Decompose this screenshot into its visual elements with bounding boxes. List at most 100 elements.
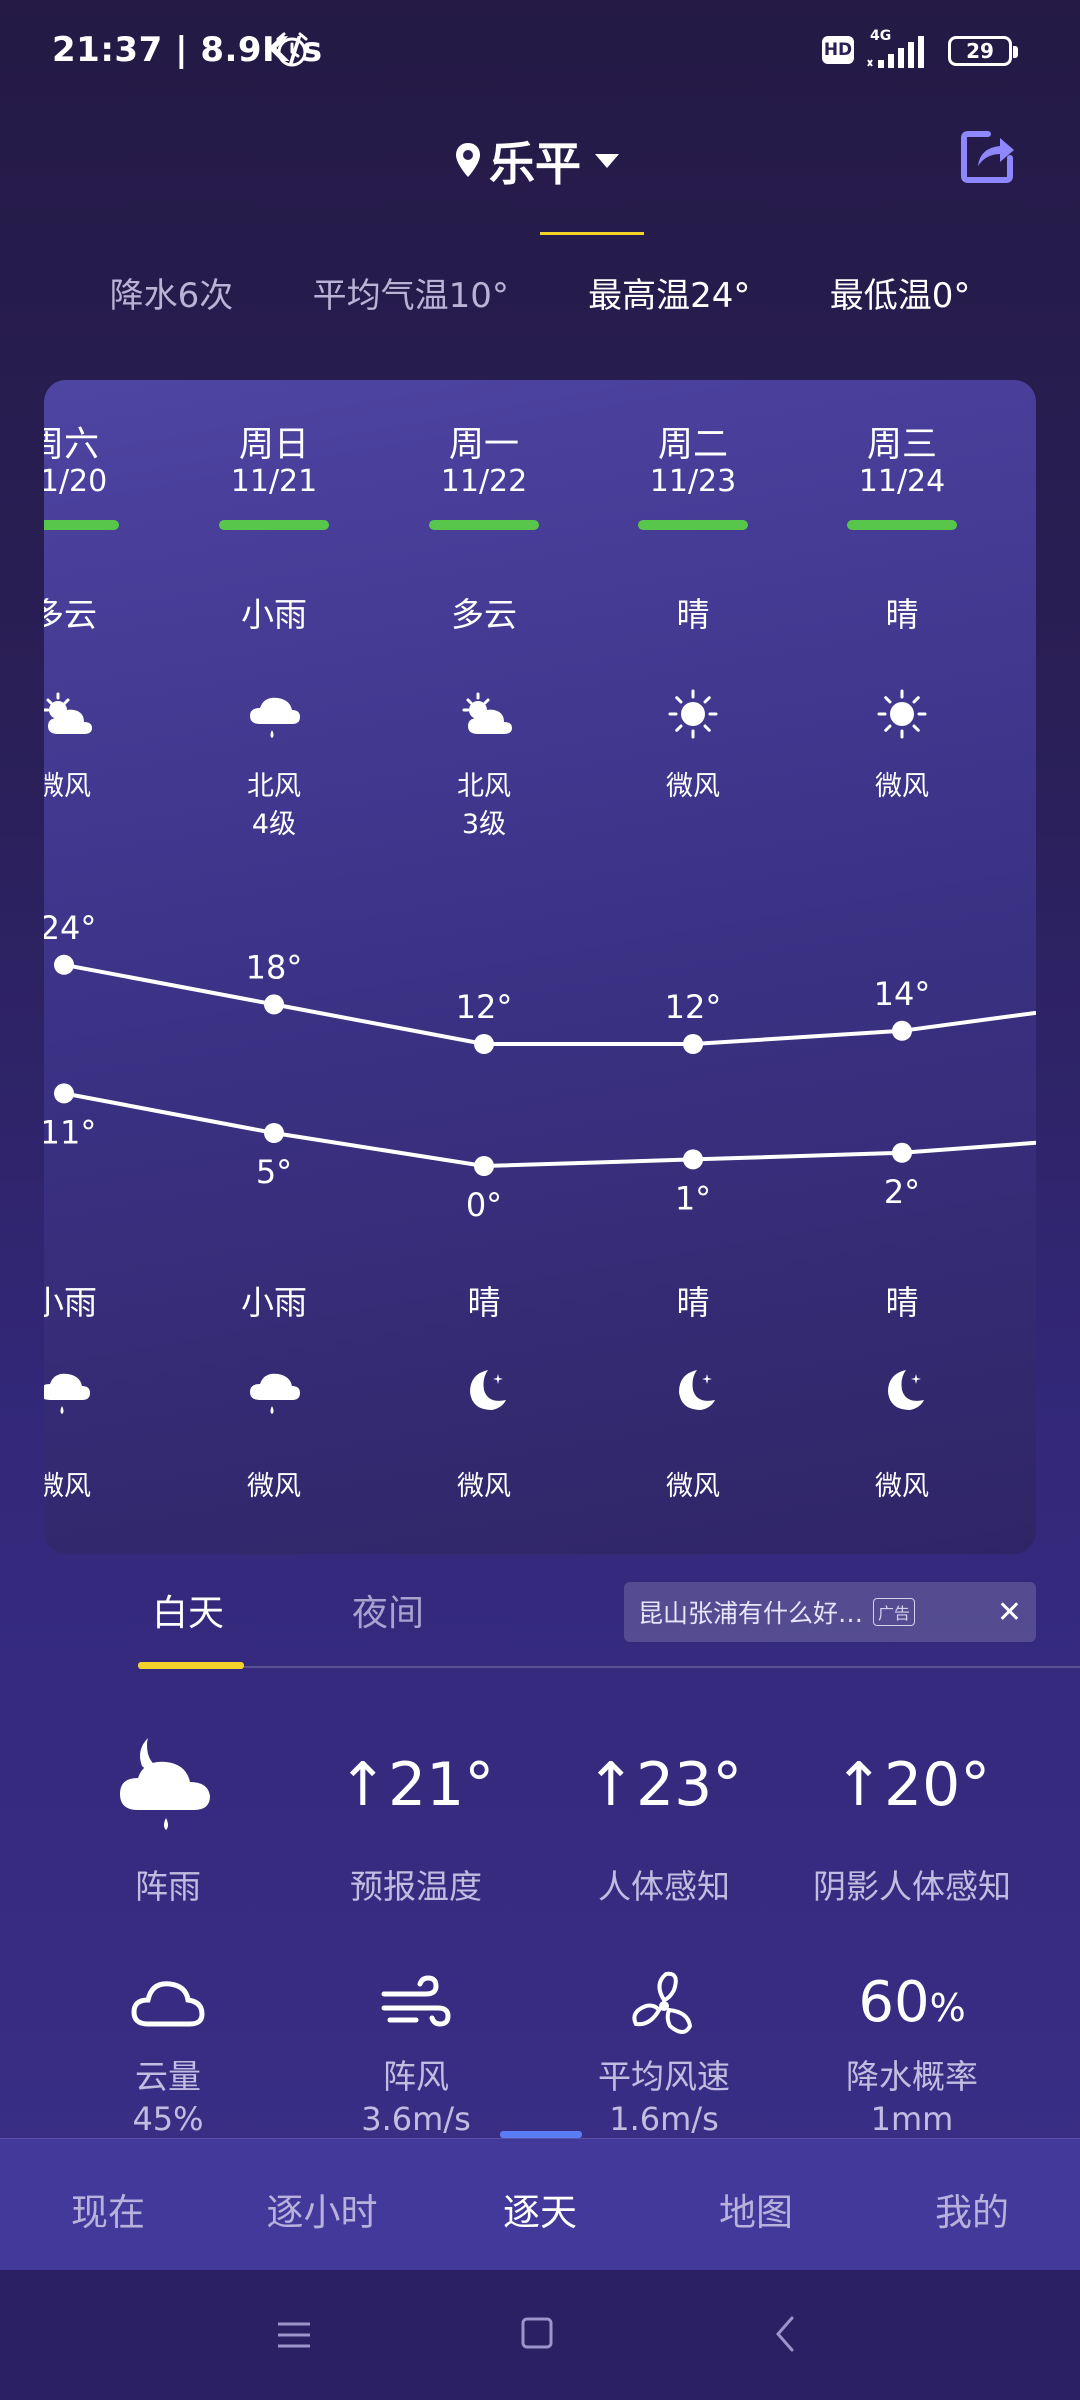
detail-gust-label: 阵风 bbox=[383, 2057, 449, 2096]
tab-night[interactable]: 夜间 bbox=[352, 1584, 424, 1636]
low-temp-point bbox=[54, 1083, 74, 1104]
low-temp-point bbox=[892, 1142, 912, 1163]
night-wind: 微风 bbox=[875, 1471, 929, 1502]
detail-avg-wind-label: 平均风速 bbox=[598, 2057, 730, 2096]
high-temp-point bbox=[54, 954, 74, 975]
location-name: 乐平 bbox=[489, 137, 581, 191]
night-condition: 小雨 bbox=[241, 1283, 307, 1322]
day-wind: 微风 bbox=[875, 771, 929, 802]
night-wind: 微风 bbox=[247, 1471, 301, 1502]
ad-banner[interactable]: 昆山张浦有什么好… 广告 ✕ bbox=[624, 1582, 1036, 1642]
signal-icon bbox=[867, 36, 924, 68]
day-bar bbox=[429, 520, 539, 530]
back-icon[interactable] bbox=[770, 2314, 800, 2354]
sun-icon bbox=[877, 689, 927, 739]
summary-avg-temp: 平均气温10° bbox=[312, 276, 509, 316]
high-temp-label: 18° bbox=[246, 948, 303, 986]
low-temp-label: 0° bbox=[466, 1186, 502, 1224]
high-temp-point bbox=[474, 1034, 494, 1054]
high-temp-point bbox=[264, 994, 284, 1015]
ad-text[interactable]: 昆山张浦有什么好… bbox=[638, 1594, 863, 1630]
tab-divider bbox=[244, 1666, 1080, 1668]
day-bar bbox=[638, 520, 748, 530]
day-date: 11/24 bbox=[858, 464, 946, 499]
night-condition: 晴 bbox=[885, 1283, 919, 1322]
detail-cloud-label: 云量 bbox=[135, 2057, 201, 2096]
detail-condition-label: 阵雨 bbox=[135, 1867, 201, 1906]
night-wind: 微风 bbox=[457, 1471, 511, 1502]
partly-cloudy-icon bbox=[462, 692, 512, 734]
low-temp-point bbox=[683, 1149, 703, 1170]
sun-icon bbox=[668, 689, 718, 739]
day-date: 11/23 bbox=[649, 464, 737, 499]
nav-hourly[interactable]: 逐小时 bbox=[232, 2182, 412, 2236]
night-wind: 微风 bbox=[44, 1471, 91, 1502]
nav-me[interactable]: 我的 bbox=[882, 2182, 1062, 2236]
day-condition: 小雨 bbox=[241, 595, 307, 634]
dropdown-arrow-icon bbox=[595, 154, 619, 168]
ad-tag: 广告 bbox=[873, 1598, 916, 1626]
day-name: 周二 bbox=[657, 425, 728, 465]
low-temp-point bbox=[474, 1156, 494, 1176]
rain-cloud-icon bbox=[250, 1373, 300, 1414]
tab-day[interactable]: 白天 bbox=[152, 1584, 224, 1636]
night-wind: 微风 bbox=[666, 1471, 720, 1502]
detail-precip-prob-value: 60% bbox=[858, 1970, 966, 2035]
day-name: 周日 bbox=[238, 425, 309, 465]
day-name: 周六 bbox=[44, 425, 99, 465]
rain-cloud-icon bbox=[250, 697, 300, 738]
moon-icon bbox=[888, 1370, 924, 1410]
nav-map[interactable]: 地图 bbox=[666, 2182, 846, 2236]
day-bar bbox=[219, 520, 329, 530]
day-condition: 多云 bbox=[451, 595, 517, 634]
wind-icon bbox=[381, 1975, 451, 2027]
night-condition: 晴 bbox=[676, 1283, 710, 1322]
day-name: 周三 bbox=[866, 425, 937, 465]
high-temp-label: 12° bbox=[665, 988, 722, 1026]
moon-icon bbox=[679, 1370, 715, 1410]
day-condition: 晴 bbox=[676, 595, 710, 634]
title-underline bbox=[540, 232, 644, 235]
detail-forecast-temp-label: 预报温度 bbox=[350, 1867, 482, 1906]
night-showers-icon bbox=[120, 1738, 210, 1830]
day-bar bbox=[44, 520, 119, 530]
detail-feels-like-label: 人体感知 bbox=[598, 1867, 730, 1906]
day-wind: 北风 3级 bbox=[457, 771, 511, 840]
detail-feels-like-value: ↑23° bbox=[585, 1750, 743, 1820]
home-icon[interactable] bbox=[520, 2316, 554, 2350]
high-temp-label: 12° bbox=[456, 988, 513, 1026]
nav-now[interactable]: 现在 bbox=[18, 2182, 198, 2236]
day-date: 11/20 bbox=[44, 464, 108, 499]
low-temp-label: 11° bbox=[44, 1113, 96, 1151]
hd-badge: HD bbox=[822, 36, 854, 64]
detail-shade-feels-label: 阴影人体感知 bbox=[813, 1867, 1011, 1906]
ad-close-icon[interactable]: ✕ bbox=[997, 1595, 1022, 1630]
day-wind: 北风 4级 bbox=[247, 771, 301, 840]
summary-max-temp: 最高温24° bbox=[588, 276, 751, 316]
detail-precip-amount: 1mm bbox=[870, 2100, 954, 2138]
menu-icon[interactable] bbox=[274, 2320, 314, 2350]
location-header[interactable]: 乐平 bbox=[0, 128, 1080, 194]
high-temp-label: 24° bbox=[44, 909, 96, 947]
day-condition: 晴 bbox=[885, 595, 919, 634]
low-temp-label: 5° bbox=[256, 1153, 292, 1191]
high-temp-point bbox=[683, 1034, 703, 1054]
moon-icon bbox=[470, 1370, 506, 1410]
nav-active-indicator bbox=[500, 2131, 582, 2138]
high-temp-label: 14° bbox=[874, 975, 931, 1013]
night-condition: 晴 bbox=[467, 1283, 501, 1322]
nav-daily[interactable]: 逐天 bbox=[450, 2182, 630, 2236]
detail-forecast-temp-value: ↑21° bbox=[337, 1750, 495, 1820]
summary-min-temp: 最低温0° bbox=[829, 276, 971, 316]
day-date: 11/21 bbox=[230, 464, 318, 499]
share-icon[interactable] bbox=[958, 126, 1018, 186]
high-temp-point bbox=[892, 1020, 912, 1041]
day-bar bbox=[847, 520, 957, 530]
forecast-card[interactable]: 24°18°12°12°14°11°5°0°1°2° 周六11/20多云微风小雨… bbox=[44, 380, 1036, 1554]
day-wind: 微风 bbox=[44, 771, 91, 802]
detail-precip-prob-label: 降水概率 bbox=[846, 2057, 978, 2096]
rain-cloud-icon bbox=[44, 1373, 90, 1414]
day-condition: 多云 bbox=[44, 595, 97, 634]
battery-icon: 29 bbox=[948, 36, 1018, 66]
location-pin-icon bbox=[456, 143, 480, 177]
